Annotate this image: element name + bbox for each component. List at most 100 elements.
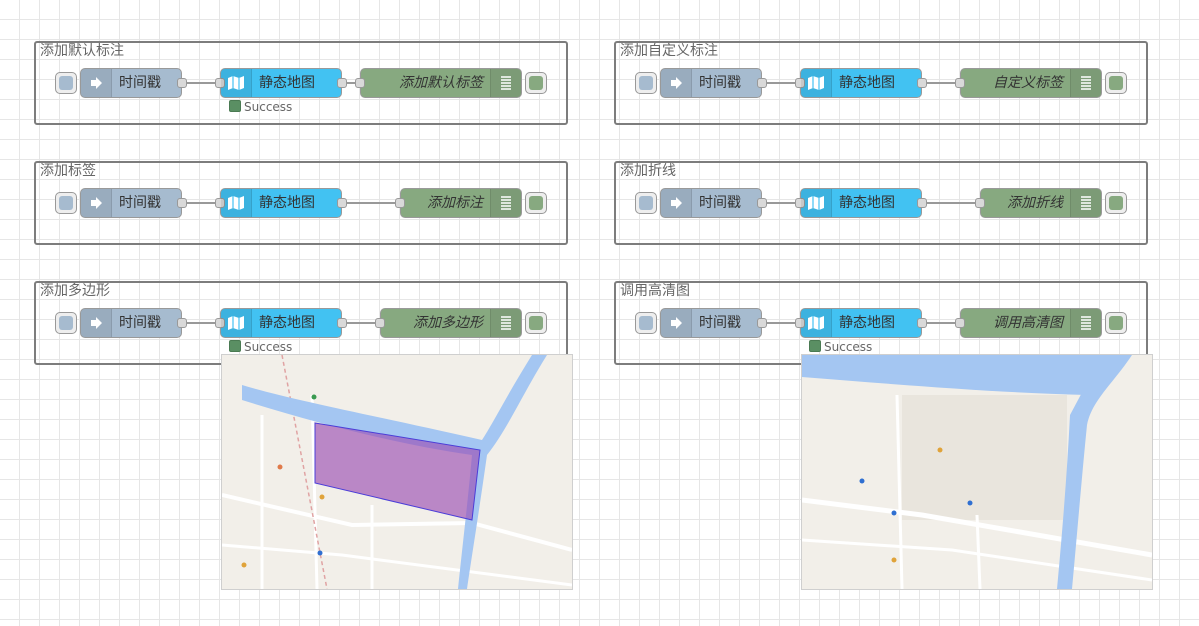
node-label: 静态地图 (259, 75, 315, 91)
output-port[interactable] (757, 318, 767, 328)
node-label: 添加多边形 (413, 315, 483, 331)
list-lines-icon (490, 189, 521, 217)
group-label: 添加自定义标注 (620, 43, 718, 59)
output-port[interactable] (177, 318, 187, 328)
debug-node[interactable]: 调用高清图 (955, 308, 1127, 338)
debug-node[interactable]: 添加默认标签 (355, 68, 547, 98)
node-status: Success (229, 340, 292, 354)
output-port[interactable] (917, 78, 927, 88)
inject-node[interactable]: 时间戳 (55, 188, 187, 218)
node-label: 添加折线 (1007, 195, 1063, 211)
status-text: Success (244, 100, 293, 114)
wire (344, 322, 378, 324)
inject-trigger-button[interactable] (635, 72, 657, 94)
wire (764, 322, 798, 324)
debug-toggle-button[interactable] (525, 72, 547, 94)
debug-node[interactable]: 添加折线 (975, 188, 1127, 218)
input-port[interactable] (955, 318, 965, 328)
output-port[interactable] (337, 318, 347, 328)
wire (764, 202, 798, 204)
output-port[interactable] (337, 198, 347, 208)
node-label: 静态地图 (259, 195, 315, 211)
output-port[interactable] (757, 78, 767, 88)
wire (184, 322, 218, 324)
arrow-right-icon (81, 69, 112, 97)
node-label: 自定义标签 (993, 75, 1063, 91)
status-text: Success (244, 340, 293, 354)
status-dot (229, 340, 241, 352)
wire (184, 202, 218, 204)
debug-node[interactable]: 自定义标签 (955, 68, 1127, 98)
static-map-node[interactable]: 静态地图 (215, 68, 347, 98)
node-status: Success (229, 100, 292, 114)
node-label: 时间戳 (119, 75, 161, 91)
static-map-node[interactable]: 静态地图 (795, 188, 927, 218)
input-port[interactable] (975, 198, 985, 208)
node-label: 静态地图 (839, 195, 895, 211)
map-preview-polygon (221, 354, 573, 590)
inject-trigger-button[interactable] (635, 312, 657, 334)
debug-toggle-button[interactable] (1105, 72, 1127, 94)
list-lines-icon (1070, 69, 1101, 97)
inject-node[interactable]: 时间戳 (635, 308, 767, 338)
debug-node[interactable]: 添加多边形 (375, 308, 547, 338)
output-port[interactable] (177, 78, 187, 88)
output-port[interactable] (917, 198, 927, 208)
debug-node[interactable]: 添加标注 (395, 188, 547, 218)
node-label: 添加默认标签 (399, 75, 483, 91)
wire (184, 82, 218, 84)
output-port[interactable] (757, 198, 767, 208)
debug-toggle-button[interactable] (525, 192, 547, 214)
wire (344, 202, 398, 204)
input-port[interactable] (355, 78, 365, 88)
arrow-right-icon (81, 189, 112, 217)
inject-node[interactable]: 时间戳 (635, 68, 767, 98)
node-status: Success (809, 340, 872, 354)
static-map-node[interactable]: 静态地图 (215, 188, 347, 218)
wire (924, 82, 958, 84)
status-text: Success (824, 340, 873, 354)
input-port[interactable] (955, 78, 965, 88)
folded-map-icon (801, 189, 832, 217)
output-port[interactable] (917, 318, 927, 328)
folded-map-icon (801, 309, 832, 337)
inject-trigger-button[interactable] (55, 72, 77, 94)
inject-trigger-button[interactable] (55, 312, 77, 334)
output-port[interactable] (177, 198, 187, 208)
input-port[interactable] (375, 318, 385, 328)
output-port[interactable] (337, 78, 347, 88)
input-port[interactable] (395, 198, 405, 208)
map-preview-hd (801, 354, 1153, 590)
list-lines-icon (490, 69, 521, 97)
list-lines-icon (1070, 309, 1101, 337)
arrow-right-icon (81, 309, 112, 337)
node-label: 静态地图 (839, 315, 895, 331)
arrow-right-icon (661, 189, 692, 217)
group-label: 添加折线 (620, 163, 676, 179)
inject-trigger-button[interactable] (55, 192, 77, 214)
static-map-node[interactable]: 静态地图 (795, 308, 927, 338)
wire (924, 202, 978, 204)
status-dot (809, 340, 821, 352)
static-map-node[interactable]: 静态地图 (795, 68, 927, 98)
inject-trigger-button[interactable] (635, 192, 657, 214)
node-label: 调用高清图 (993, 315, 1063, 331)
inject-node[interactable]: 时间戳 (635, 188, 767, 218)
group-label: 添加标签 (40, 163, 96, 179)
folded-map-icon (221, 309, 252, 337)
inject-node[interactable]: 时间戳 (55, 308, 187, 338)
list-lines-icon (490, 309, 521, 337)
inject-node[interactable]: 时间戳 (55, 68, 187, 98)
debug-toggle-button[interactable] (1105, 192, 1127, 214)
node-label: 时间戳 (699, 315, 741, 331)
node-label: 添加标注 (427, 195, 483, 211)
folded-map-icon (801, 69, 832, 97)
folded-map-icon (221, 189, 252, 217)
static-map-node[interactable]: 静态地图 (215, 308, 347, 338)
group-label: 添加默认标注 (40, 43, 124, 59)
wire (924, 322, 958, 324)
debug-toggle-button[interactable] (1105, 312, 1127, 334)
arrow-right-icon (661, 69, 692, 97)
debug-toggle-button[interactable] (525, 312, 547, 334)
wire (764, 82, 798, 84)
